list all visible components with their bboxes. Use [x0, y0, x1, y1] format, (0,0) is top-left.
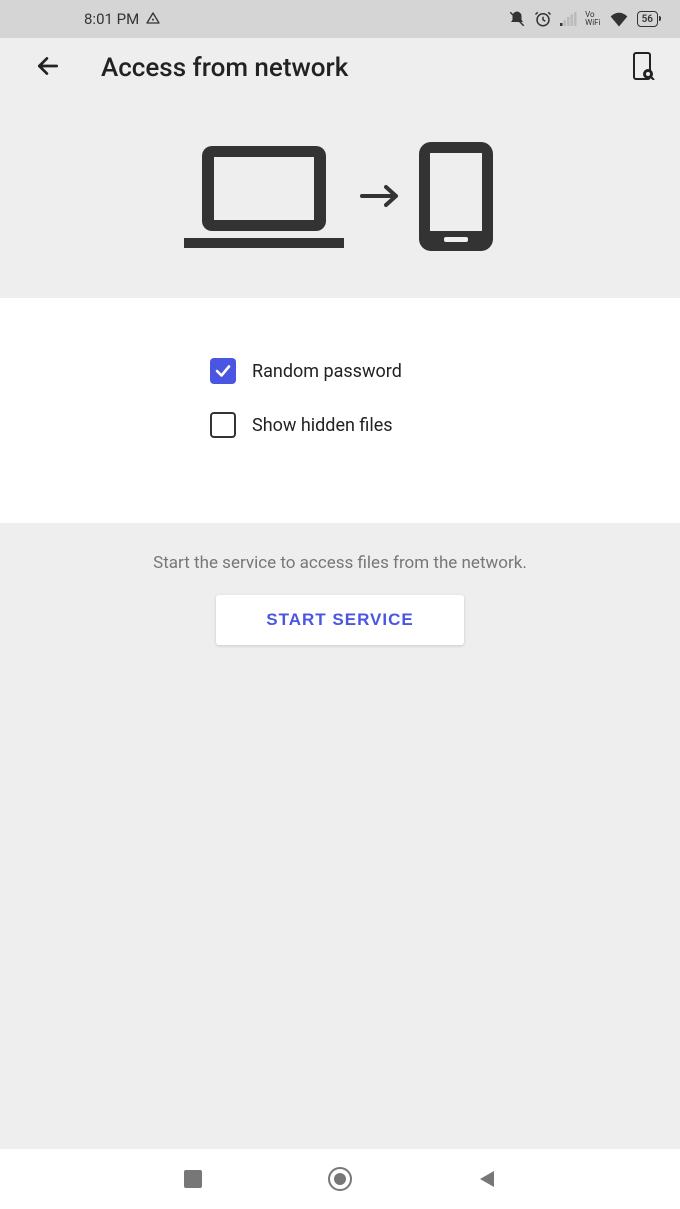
checkbox-checked-icon — [210, 358, 236, 384]
show-hidden-option[interactable]: Show hidden files — [210, 412, 470, 438]
cloud-icon — [145, 11, 161, 27]
page-title: Access from network — [101, 53, 591, 83]
vowifi-icon: Vo WiFi — [585, 11, 600, 27]
checkbox-unchecked-icon — [210, 412, 236, 438]
alarm-icon — [534, 10, 552, 28]
notification-mute-icon — [508, 10, 526, 28]
options-panel: Random password Show hidden files — [0, 298, 680, 523]
status-left: 8:01 PM — [84, 10, 161, 28]
status-time: 8:01 PM — [84, 10, 139, 28]
random-password-label: Random password — [252, 361, 402, 382]
status-right: Vo WiFi 56 — [508, 10, 658, 28]
signal-icon — [560, 12, 577, 26]
start-service-button[interactable]: START SERVICE — [216, 595, 463, 645]
service-section: Start the service to access files from t… — [0, 523, 680, 675]
system-nav-bar — [0, 1149, 680, 1209]
app-header: Access from network — [0, 38, 680, 98]
random-password-option[interactable]: Random password — [210, 358, 470, 384]
laptop-icon — [184, 141, 344, 255]
arrow-right-icon — [360, 184, 400, 212]
show-hidden-label: Show hidden files — [252, 415, 393, 436]
service-hint: Start the service to access files from t… — [153, 553, 527, 573]
wifi-icon — [609, 11, 629, 27]
phone-icon — [416, 139, 496, 258]
status-bar: 8:01 PM Vo WiFi 56 — [0, 0, 680, 38]
nav-back-button[interactable] — [467, 1159, 507, 1199]
nav-recent-button[interactable] — [173, 1159, 213, 1199]
back-button[interactable] — [35, 53, 61, 83]
nav-home-button[interactable] — [320, 1159, 360, 1199]
device-search-icon[interactable] — [631, 52, 655, 84]
battery-icon: 56 — [637, 11, 658, 27]
hero-illustration — [0, 98, 680, 298]
